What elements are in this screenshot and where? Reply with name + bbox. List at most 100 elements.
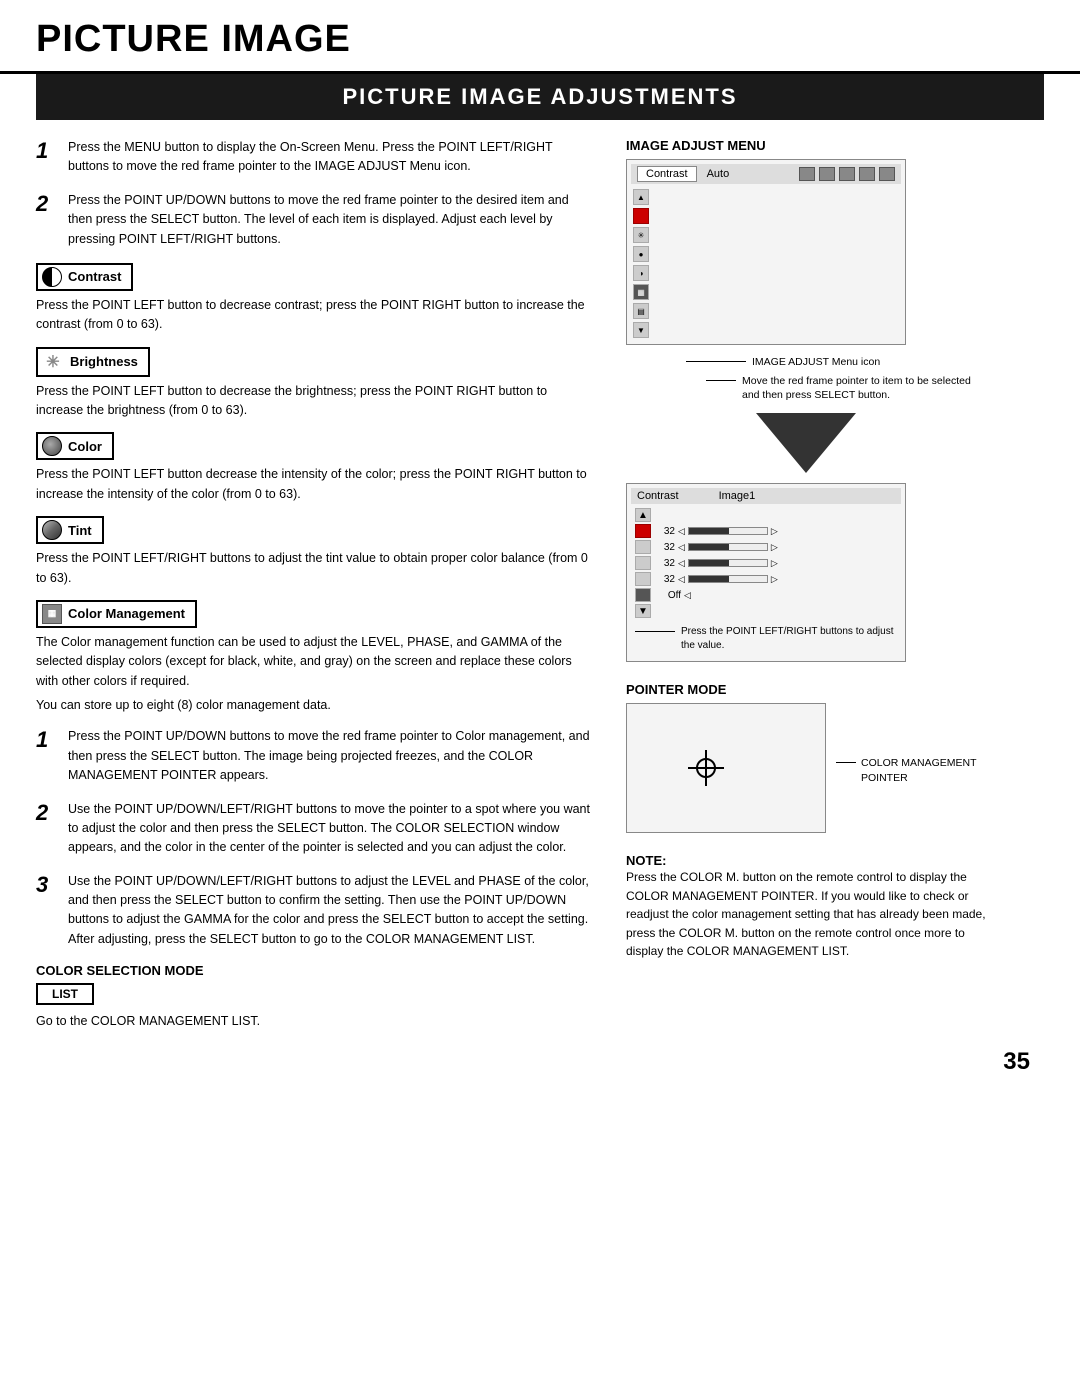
menu-top-bar: Contrast Auto (631, 164, 901, 184)
color-management-desc1: The Color management function can be use… (36, 633, 596, 691)
image-adjust-menu-title: IMAGE ADJUST MENU (626, 138, 986, 153)
left-column: 1 Press the MENU button to display the O… (36, 138, 596, 1028)
menu-icon-annotation: IMAGE ADJUST Menu icon (686, 355, 986, 370)
menu-row-4: ● (633, 246, 649, 262)
adj-top-bar: Contrast Image1 (631, 488, 901, 504)
color-selection-section: COLOR SELECTION MODE LIST Go to the COLO… (36, 963, 596, 1028)
contrast-label: Contrast (36, 263, 133, 291)
menu-auto-tab: Auto (707, 168, 730, 180)
cm-step-3-text: Use the POINT UP/DOWN/LEFT/RIGHT buttons… (68, 872, 596, 950)
step-2-text: Press the POINT UP/DOWN buttons to move … (68, 191, 596, 249)
adj-bar-bg-4 (688, 575, 768, 583)
pointer-line (836, 762, 856, 763)
crosshair-circle (696, 758, 716, 778)
color-desc: Press the POINT LEFT button decrease the… (36, 465, 596, 504)
step-1-block: 1 Press the MENU button to display the O… (36, 138, 596, 177)
menu-icon-1 (799, 167, 815, 181)
adj-label1: Contrast (637, 490, 679, 502)
step-1-text: Press the MENU button to display the On-… (68, 138, 596, 177)
adj-bar-2: 32 ◁ ▷ (655, 542, 778, 553)
adj-arrow-4: ◁ (678, 574, 685, 585)
adj-bar-1: 32 ◁ ▷ (655, 526, 778, 537)
cm-step-2-block: 2 Use the POINT UP/DOWN/LEFT/RIGHT butto… (36, 800, 596, 858)
crosshair (688, 750, 724, 786)
cm-step-2-number: 2 (36, 800, 58, 858)
pointer-annotation: COLOR MANAGEMENT POINTER (836, 756, 977, 785)
note-section: NOTE: Press the COLOR M. button on the r… (626, 853, 986, 961)
adj-arrow-2r: ▷ (771, 542, 778, 553)
adj-arrow-3: ◁ (678, 558, 685, 569)
menu-row-7: ▤ (633, 303, 649, 319)
adj-row-5: Off ◁ (631, 587, 901, 603)
menu-row-3: ✳ (633, 227, 649, 243)
menu-icon-2 (819, 167, 835, 181)
adj-value-1: 32 (655, 526, 675, 537)
menu-row-8: ▼ (633, 322, 649, 338)
adj-arrow-3r: ▷ (771, 558, 778, 569)
note-title: NOTE: (626, 853, 986, 868)
color-management-block: ▦ Color Management The Color management … (36, 600, 596, 716)
adj-down-icon: ▼ (635, 604, 651, 618)
menu-icon-4 (859, 167, 875, 181)
adj-value-2: 32 (655, 542, 675, 553)
color-management-label: ▦ Color Management (36, 600, 197, 628)
pointer-mode-section: POINTER MODE COLOR MANAGEMENT POINTER (626, 682, 986, 839)
color-label: Color (36, 432, 114, 460)
adj-up-icon: ▲ (635, 508, 651, 522)
section-header: PICTURE IMAGE ADJUSTMENTS (36, 74, 1044, 120)
adj-mockup: Contrast Image1 ▲ 32 ◁ ▷ (626, 483, 906, 662)
adj-bar-fill-3 (689, 560, 729, 566)
adj-row-1: 32 ◁ ▷ (631, 523, 901, 539)
adj-bar-bg-3 (688, 559, 768, 567)
adj-arrow-2: ◁ (678, 542, 685, 553)
cm-step-1-block: 1 Press the POINT UP/DOWN buttons to mov… (36, 727, 596, 785)
cm-step-1-text: Press the POINT UP/DOWN buttons to move … (68, 727, 596, 785)
adj-bar-bg-1 (688, 527, 768, 535)
pointer-label: COLOR MANAGEMENT POINTER (861, 756, 977, 785)
adj-icon-3 (635, 556, 651, 570)
adj-arrow-4r: ▷ (771, 574, 778, 585)
adj-value-4: 32 (655, 574, 675, 585)
page-header: PICTURE IMAGE (0, 0, 1080, 74)
top-icons-row (799, 167, 895, 181)
contrast-desc: Press the POINT LEFT button to decrease … (36, 296, 596, 335)
brightness-desc: Press the POINT LEFT button to decrease … (36, 382, 596, 421)
adj-bar-5: Off ◁ (655, 590, 691, 601)
cm-step-2-text: Use the POINT UP/DOWN/LEFT/RIGHT buttons… (68, 800, 596, 858)
main-content: 1 Press the MENU button to display the O… (0, 138, 1080, 1028)
adj-label2: Image1 (719, 490, 756, 502)
adj-annotation-line (635, 631, 675, 632)
adj-bar-bg-2 (688, 543, 768, 551)
tint-icon (42, 520, 62, 540)
menu-body: ▲ ✳ ● ◑ ▦ ▤ ▼ (631, 187, 901, 340)
pointer-mode-title: POINTER MODE (626, 682, 986, 697)
adj-bar-fill-1 (689, 528, 729, 534)
adj-annotation-text: Press the POINT LEFT/RIGHT buttons to ad… (681, 625, 901, 653)
menu-row-6: ▦ (633, 284, 649, 300)
list-desc: Go to the COLOR MANAGEMENT LIST. (36, 1014, 596, 1028)
adj-icon-5 (635, 588, 651, 602)
adj-row-2: 32 ◁ ▷ (631, 539, 901, 555)
adj-icon-2 (635, 540, 651, 554)
menu-mockup: Contrast Auto ▲ ✳ (626, 159, 906, 345)
page-number: 35 (0, 1028, 1080, 1086)
brightness-label: ✳ Brightness (36, 347, 150, 377)
select-annotation: Move the red frame pointer to item to be… (706, 374, 986, 403)
adj-arrow-1r: ▷ (771, 526, 778, 537)
adj-bar-3: 32 ◁ ▷ (655, 558, 778, 569)
adj-icon-4 (635, 572, 651, 586)
tint-desc: Press the POINT LEFT/RIGHT buttons to ad… (36, 549, 596, 588)
color-management-desc2: You can store up to eight (8) color mana… (36, 696, 596, 715)
pointer-box-row: COLOR MANAGEMENT POINTER (626, 703, 986, 839)
adj-value-3: 32 (655, 558, 675, 569)
color-block: Color Press the POINT LEFT button decrea… (36, 432, 596, 504)
list-button: LIST (36, 983, 94, 1005)
adj-annotation: Press the POINT LEFT/RIGHT buttons to ad… (635, 625, 901, 653)
adj-arrow-1: ◁ (678, 526, 685, 537)
adj-bar-4: 32 ◁ ▷ (655, 574, 778, 585)
adj-arrow-5: ◁ (684, 590, 691, 601)
page-title: PICTURE IMAGE (36, 18, 1044, 61)
down-arrow (756, 413, 856, 473)
menu-icon-5 (879, 167, 895, 181)
note-text: Press the COLOR M. button on the remote … (626, 868, 986, 961)
